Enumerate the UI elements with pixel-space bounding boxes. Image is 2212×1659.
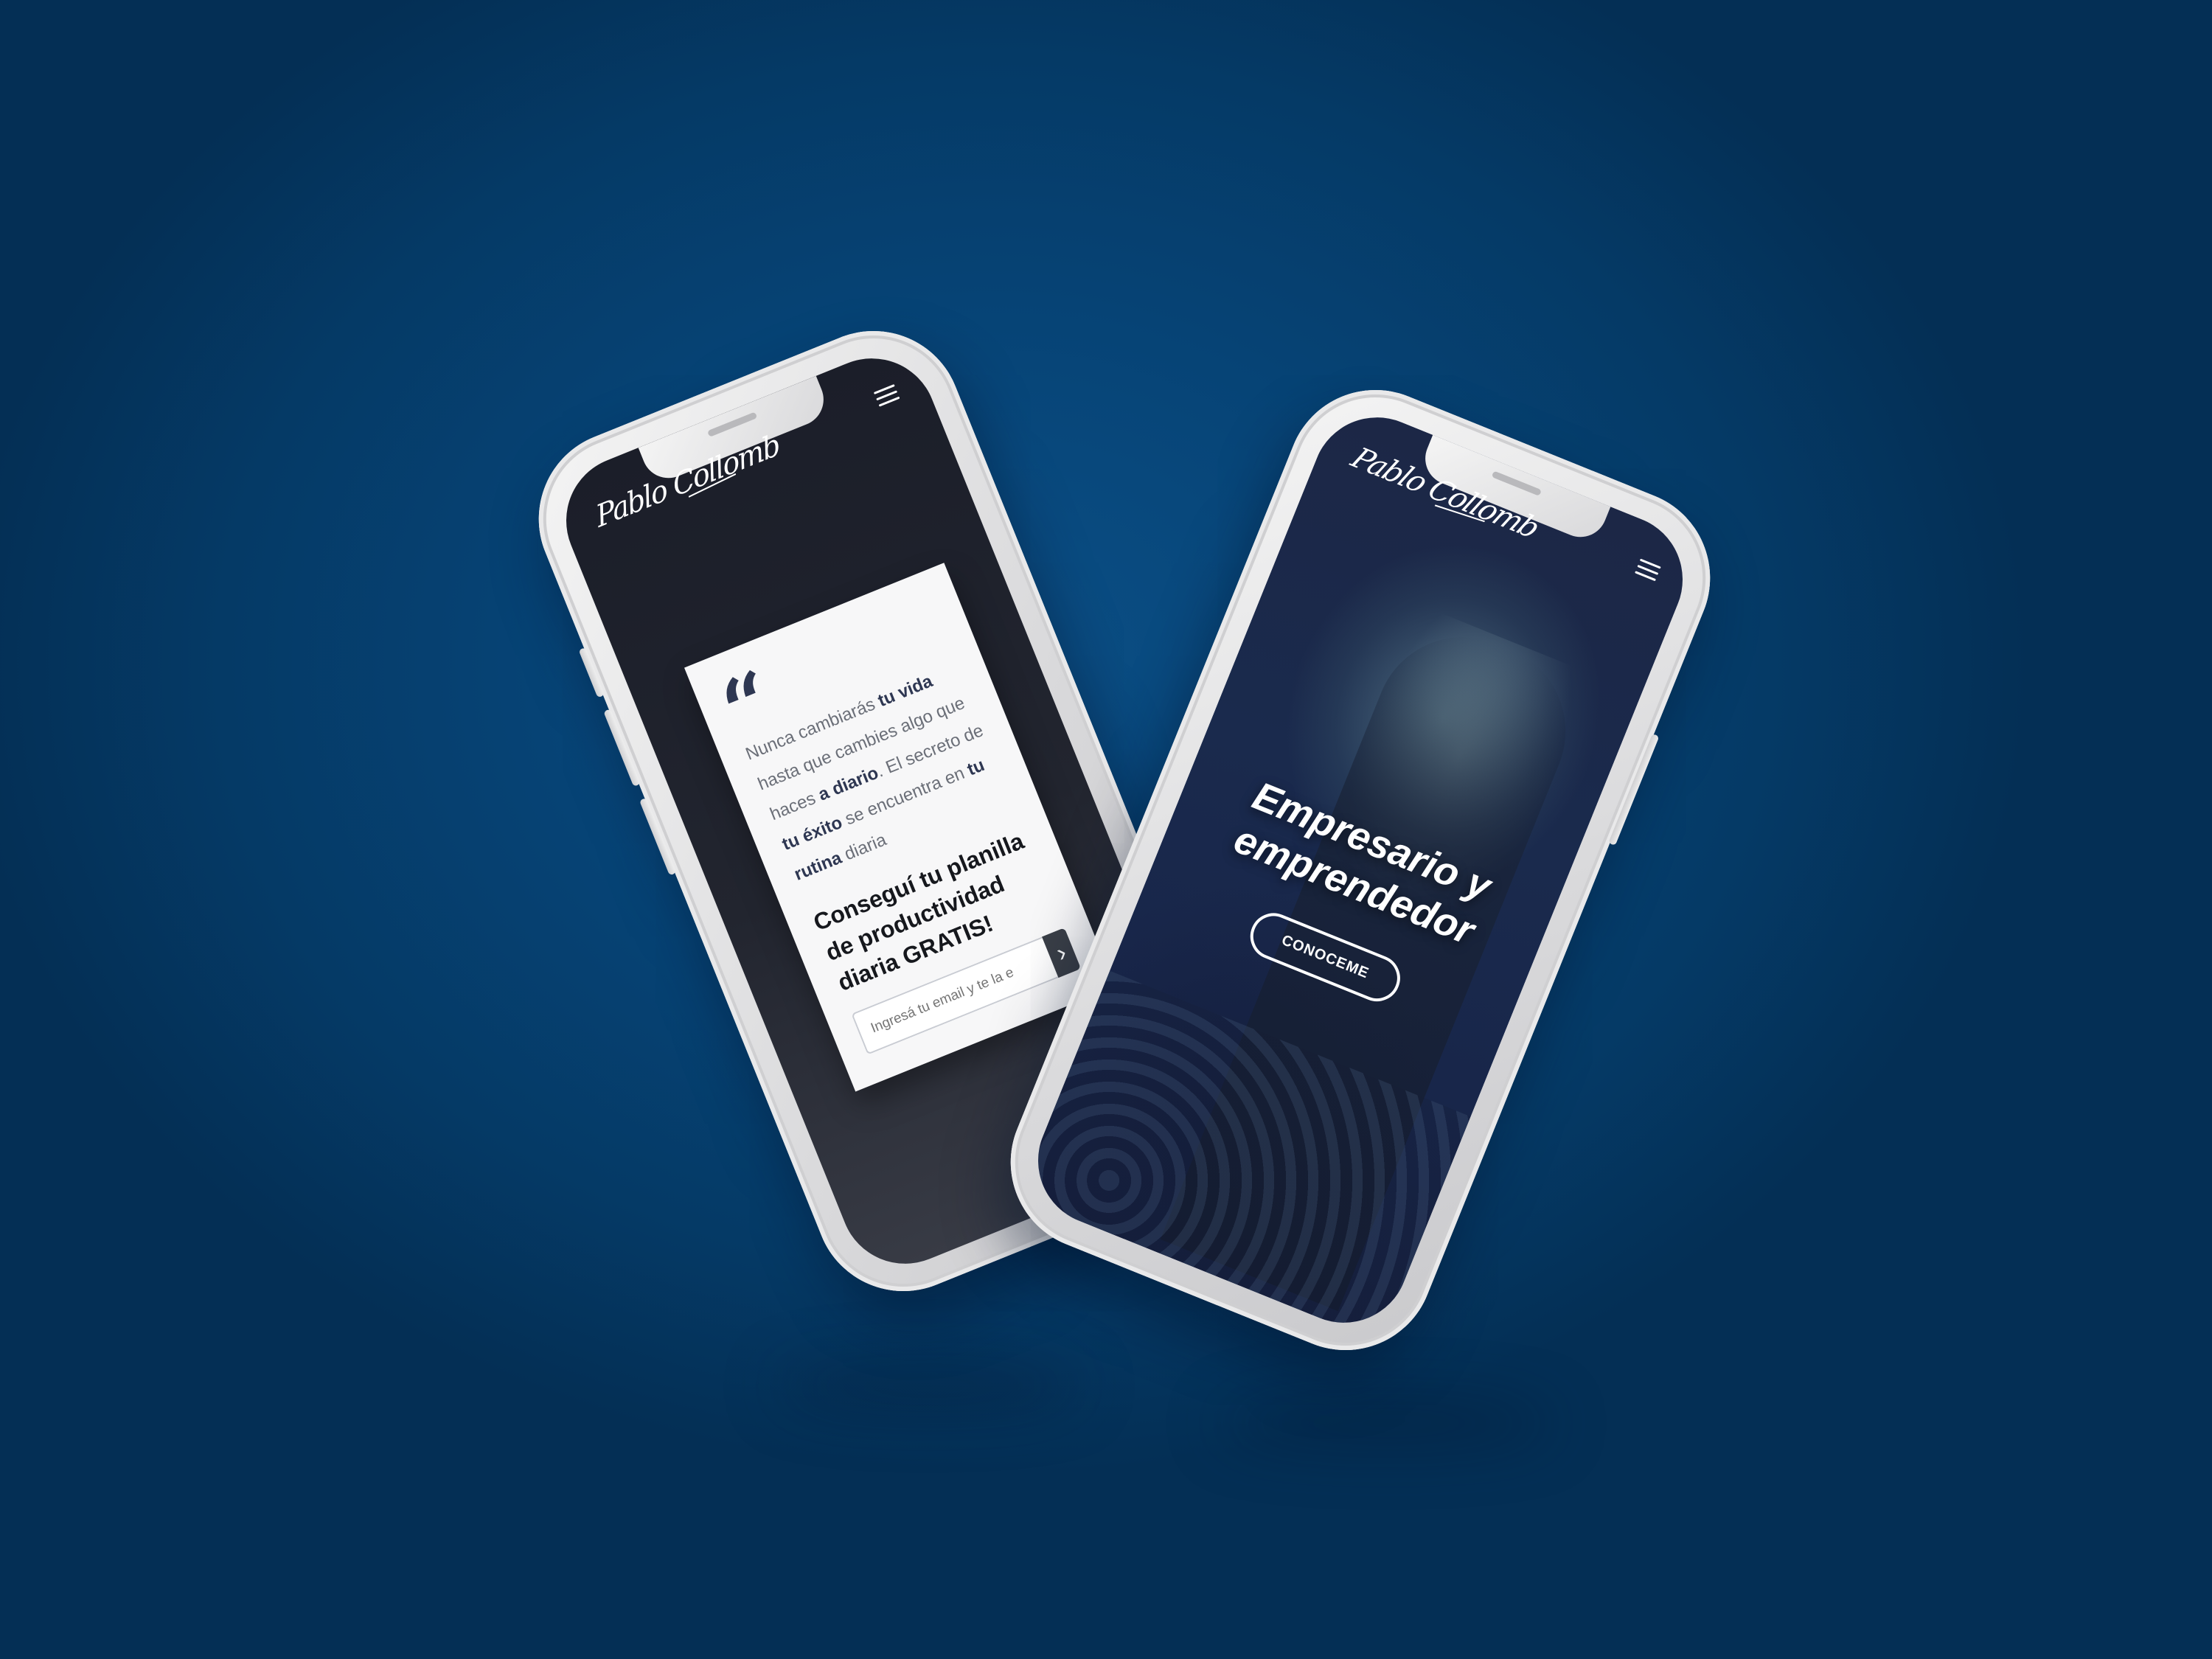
hamburger-menu-icon[interactable] (873, 383, 900, 408)
hamburger-menu-icon[interactable] (1635, 558, 1661, 582)
right-phone-shadow (1217, 1401, 1556, 1445)
volume-button (639, 797, 677, 876)
speaker (707, 411, 758, 437)
volume-button (578, 647, 605, 698)
volume-button (603, 709, 641, 787)
speaker (1491, 470, 1542, 496)
left-phone-shadow (774, 1364, 1084, 1408)
chevron-right-icon: › (1051, 937, 1071, 967)
quote-card: “ Nunca cambiarás tu vida hasta que camb… (684, 563, 1116, 1092)
right-phone-screen: Pablo Collomb Empresario y emprendedor C… (1018, 397, 1703, 1343)
